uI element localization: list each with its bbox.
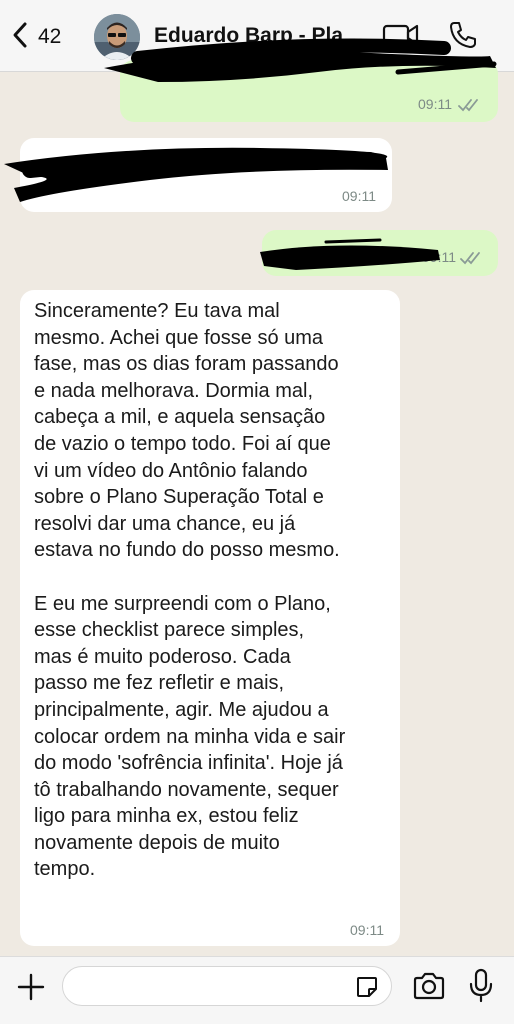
plus-icon[interactable]	[16, 972, 46, 1007]
unread-count: 42	[38, 25, 62, 48]
message-input-container[interactable]	[62, 966, 392, 1006]
redaction-scribble	[260, 238, 440, 270]
microphone-icon[interactable]	[468, 968, 494, 1009]
message-composer	[0, 956, 514, 1024]
message-bubble-incoming[interactable]: Sinceramente? Eu tava mal mesmo. Achei q…	[20, 290, 400, 946]
message-time: 09:11	[350, 922, 384, 938]
read-ticks-icon	[458, 98, 482, 117]
message-time: 09:11	[418, 96, 452, 112]
read-ticks-icon	[460, 251, 484, 270]
message-text: Sinceramente? Eu tava mal mesmo. Achei q…	[34, 300, 346, 881]
back-button[interactable]: 42	[10, 22, 82, 52]
message-input[interactable]	[77, 973, 341, 1001]
camera-icon[interactable]	[412, 971, 446, 1006]
redaction-scribble	[4, 147, 388, 202]
chevron-left-icon	[10, 21, 30, 54]
redaction-scribble	[104, 38, 497, 82]
sticker-icon[interactable]	[355, 975, 379, 1004]
